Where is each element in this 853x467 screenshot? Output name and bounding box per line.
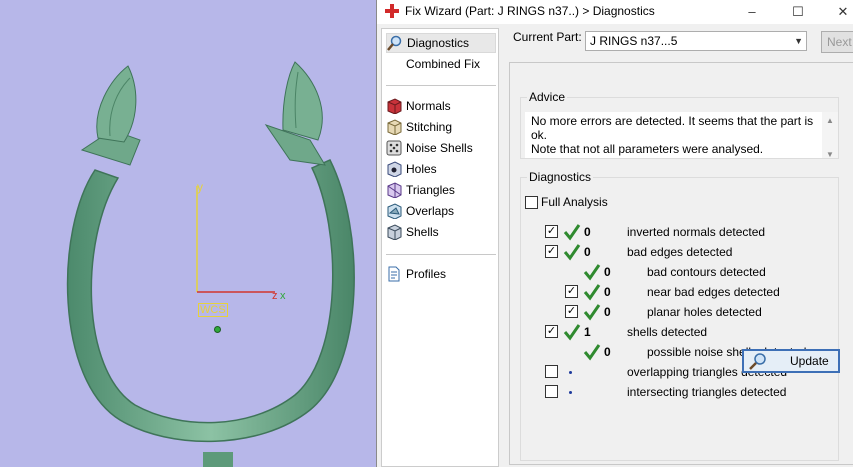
check-icon <box>583 344 601 361</box>
axis-x-label: x <box>280 290 286 302</box>
bad-contours-count: 0 <box>604 265 611 279</box>
full-analysis-label: Full Analysis <box>541 195 608 209</box>
bad-edges-checkbox[interactable]: ✓ <box>545 245 558 258</box>
magnifier-icon <box>387 35 403 51</box>
bad-edges-count: 0 <box>584 245 591 259</box>
nav-divider <box>386 254 496 255</box>
near-bad-edges-count: 0 <box>604 285 611 299</box>
dice-icon <box>386 140 402 156</box>
wcs-label: WCS <box>198 303 228 317</box>
planar-holes-count: 0 <box>604 305 611 319</box>
nav-item-label: Diagnostics <box>407 36 470 50</box>
fix-wizard-window: Fix Wizard (Part: J RINGS n37..) > Diagn… <box>376 0 853 467</box>
update-label: Update <box>790 354 829 368</box>
shells-checkbox[interactable]: ✓ <box>545 325 558 338</box>
shells-icon <box>386 224 402 241</box>
status-dot-icon <box>569 391 572 394</box>
nav-item-shells[interactable]: Shells <box>386 222 496 242</box>
diagnostics-title: Diagnostics <box>527 170 594 184</box>
advice-scrollbar[interactable]: ▲ ▼ <box>822 112 838 159</box>
nav-item-normals[interactable]: Normals <box>386 96 496 116</box>
inverted-normals-count: 0 <box>584 225 591 239</box>
advice-group: Advice No more errors are detected. It s… <box>520 90 839 159</box>
wizard-content: Current Part: J RINGS n37...5 ▼ Next Adv… <box>505 24 853 467</box>
nav-item-label: Shells <box>406 225 439 239</box>
check-icon <box>563 324 581 341</box>
check-icon <box>583 264 601 281</box>
nav-item-triangles[interactable]: Triangles <box>386 180 496 200</box>
inverted-normals-text: inverted normals detected <box>627 225 766 239</box>
planar-holes-text: planar holes detected <box>647 305 762 319</box>
inverted-normals-checkbox[interactable]: ✓ <box>545 225 558 238</box>
window-title: Fix Wizard (Part: J RINGS n37..) > Diagn… <box>405 4 655 18</box>
shells-text: shells detected <box>627 325 708 339</box>
advice-text-box[interactable]: No more errors are detected. It seems th… <box>525 112 838 159</box>
document-icon <box>386 266 402 282</box>
stitch-icon <box>386 119 402 136</box>
shells-count: 1 <box>584 325 591 339</box>
check-icon <box>583 304 601 321</box>
nav-item-label: Combined Fix <box>406 57 481 71</box>
nav-item-label: Profiles <box>406 267 447 281</box>
triangles-icon <box>386 182 402 199</box>
nav-item-label: Noise Shells <box>406 141 473 155</box>
axis-y-label: y <box>197 180 203 194</box>
nav-item-label: Triangles <box>406 183 455 197</box>
overlaps-icon <box>386 203 402 220</box>
3d-viewport[interactable]: y z x WCS <box>0 0 376 467</box>
diagnostics-group: Diagnostics Full Analysis ✓ 0 inverted n… <box>520 170 839 461</box>
title-bar[interactable]: Fix Wizard (Part: J RINGS n37..) > Diagn… <box>377 0 853 24</box>
bad-contours-text: bad contours detected <box>647 265 766 279</box>
ring-model <box>66 61 355 467</box>
nav-item-label: Normals <box>406 99 451 113</box>
near-bad-edges-checkbox[interactable]: ✓ <box>565 285 578 298</box>
maximize-button[interactable]: ☐ <box>787 2 809 22</box>
close-button[interactable]: ✕ <box>832 2 853 22</box>
intersecting-triangles-text: intersecting triangles detected <box>627 385 787 399</box>
nav-item-label: Stitching <box>406 120 453 134</box>
nav-item-label: Overlaps <box>406 204 455 218</box>
magnifier-icon <box>748 352 768 370</box>
advice-line-2: Note that not all parameters were analys… <box>531 142 764 156</box>
wizard-nav: Diagnostics Combined Fix Normals Stitchi… <box>381 28 499 467</box>
current-part-label: Current Part: <box>513 30 582 44</box>
chevron-down-icon: ▼ <box>794 36 803 46</box>
axis-z-label: z <box>272 290 278 302</box>
blank-icon <box>386 56 402 72</box>
advice-title: Advice <box>527 90 568 104</box>
nav-item-stitching[interactable]: Stitching <box>386 117 496 137</box>
near-bad-edges-text: near bad edges detected <box>647 285 780 299</box>
planar-holes-checkbox[interactable]: ✓ <box>565 305 578 318</box>
bad-edges-text: bad edges detected <box>627 245 733 259</box>
status-dot-icon <box>569 371 572 374</box>
update-button[interactable]: Update <box>742 349 840 373</box>
nav-item-profiles[interactable]: Profiles <box>386 264 496 284</box>
advice-line-1: No more errors are detected. It seems th… <box>531 114 814 142</box>
origin-marker-icon <box>214 326 221 333</box>
nav-item-combined-fix[interactable]: Combined Fix <box>386 54 496 74</box>
diagnostics-panel: Advice No more errors are detected. It s… <box>509 62 853 465</box>
holes-icon <box>386 161 402 178</box>
nav-item-noise-shells[interactable]: Noise Shells <box>386 138 496 158</box>
nav-divider <box>386 85 496 86</box>
nav-item-holes[interactable]: Holes <box>386 159 496 179</box>
app-cross-icon <box>385 4 399 21</box>
nav-item-overlaps[interactable]: Overlaps <box>386 201 496 221</box>
next-button[interactable]: Next <box>821 31 853 53</box>
nav-item-diagnostics[interactable]: Diagnostics <box>386 33 496 53</box>
intersecting-triangles-checkbox[interactable] <box>545 385 558 398</box>
full-analysis-checkbox[interactable] <box>525 196 538 209</box>
nav-item-label: Holes <box>406 162 437 176</box>
check-icon <box>583 284 601 301</box>
overlapping-triangles-checkbox[interactable] <box>545 365 558 378</box>
noise-shells-count: 0 <box>604 345 611 359</box>
check-icon <box>563 244 581 261</box>
check-icon <box>563 224 581 241</box>
current-part-select[interactable]: J RINGS n37...5 ▼ <box>585 31 807 51</box>
minimize-button[interactable]: – <box>741 2 763 22</box>
cube-icon <box>386 98 402 115</box>
current-part-value: J RINGS n37...5 <box>590 34 678 48</box>
